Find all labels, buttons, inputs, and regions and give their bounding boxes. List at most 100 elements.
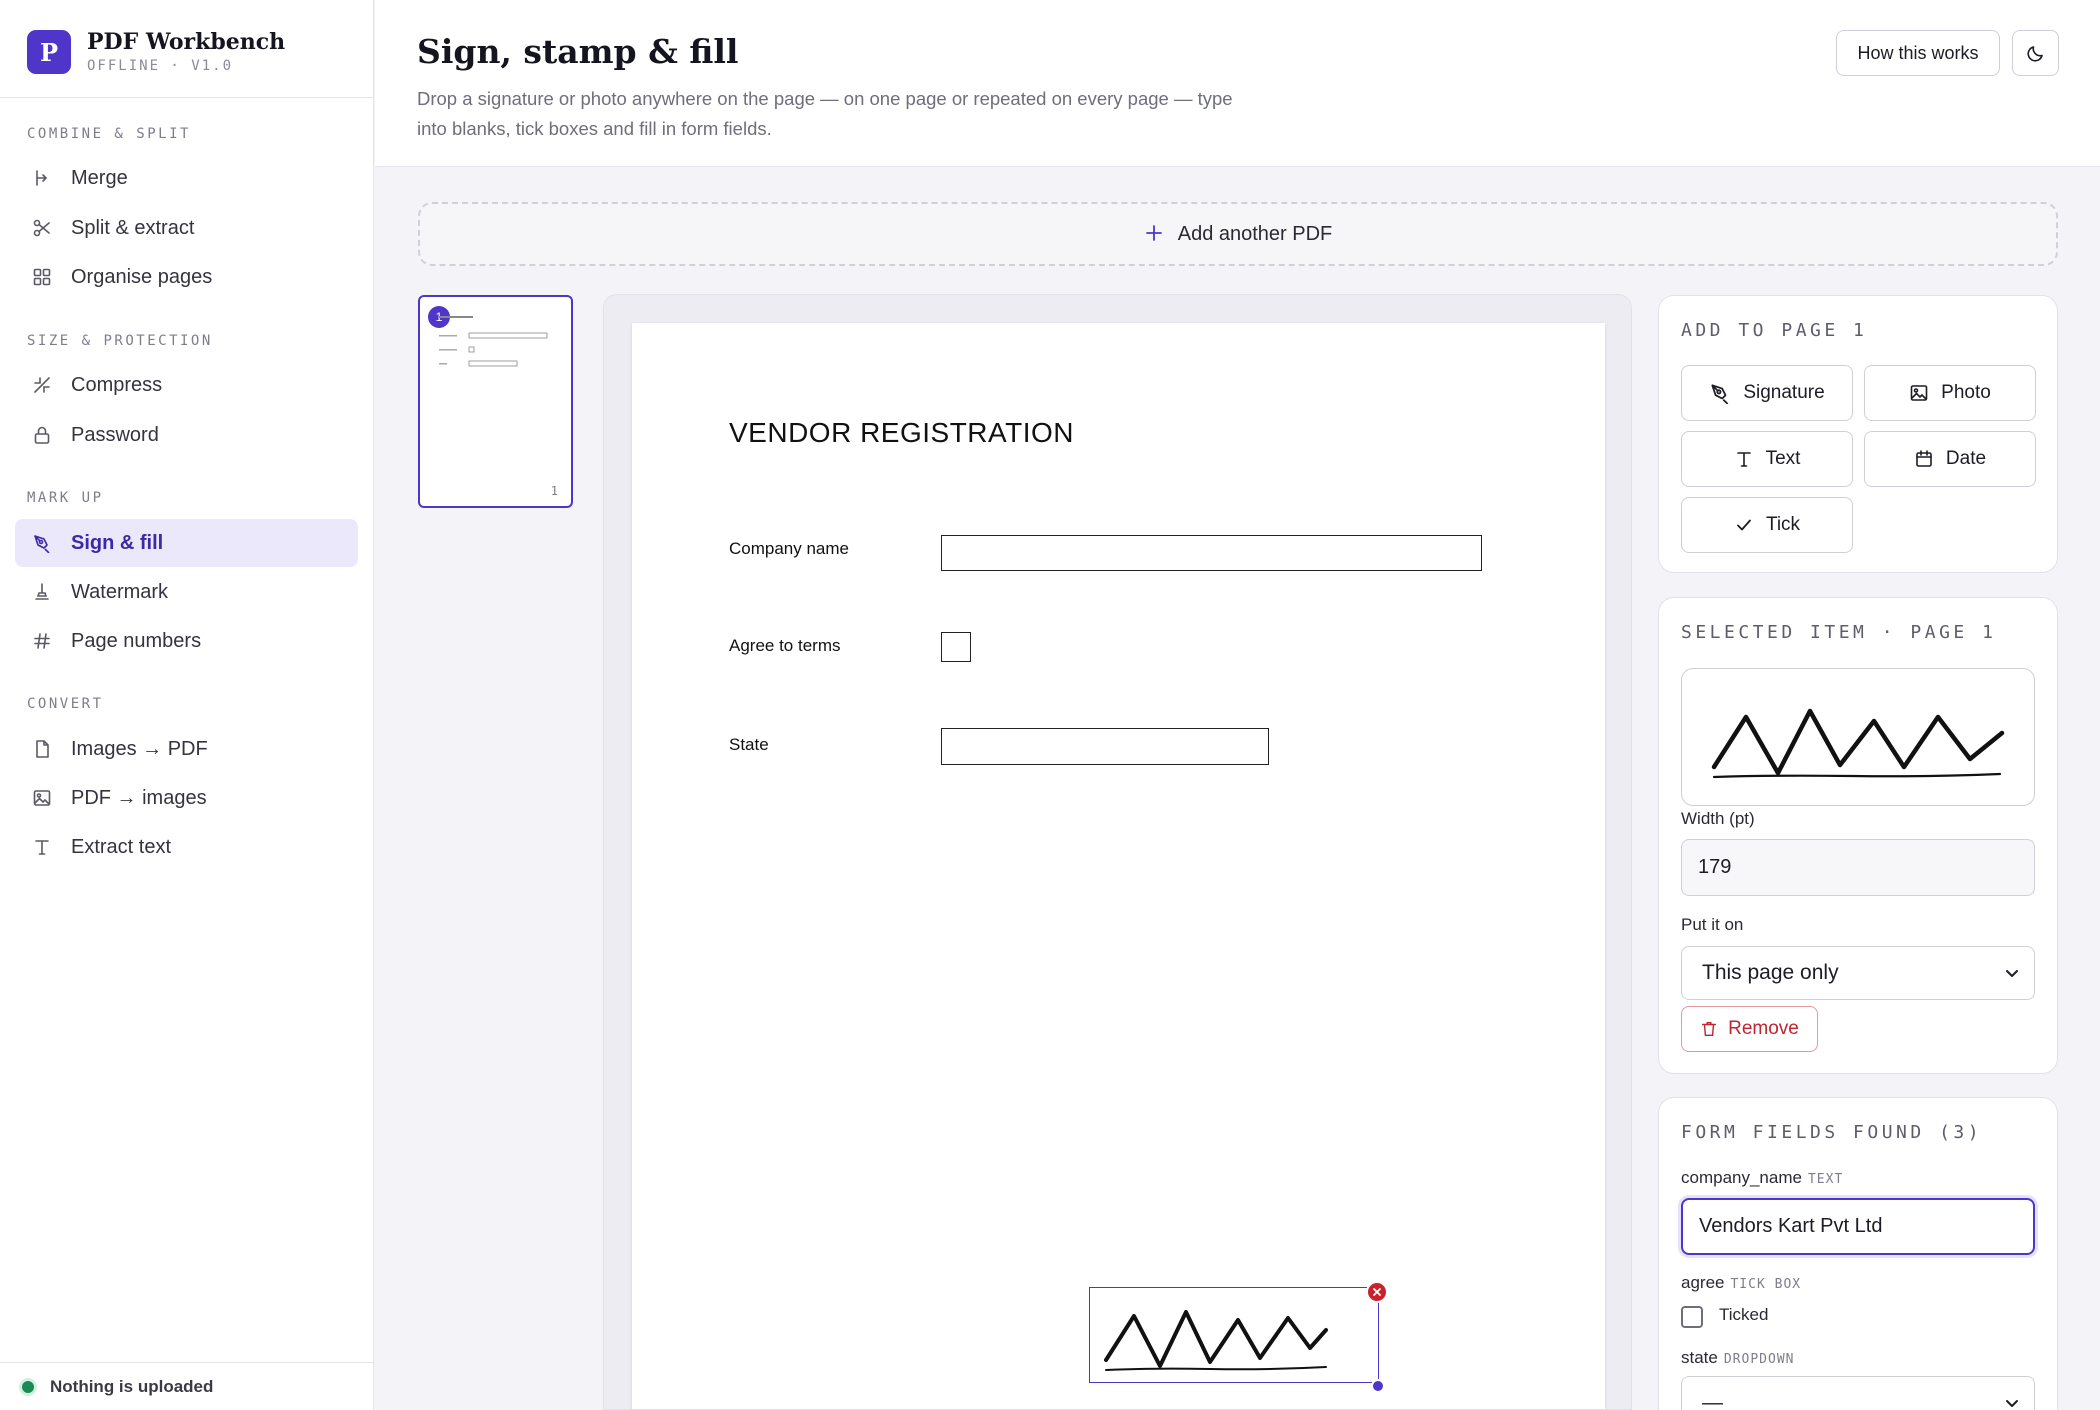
sidebar-item-watermark[interactable]: Watermark: [15, 568, 358, 616]
nav-group-combine-split: COMBINE & SPLIT: [27, 126, 191, 142]
app-name: PDF Workbench: [87, 29, 286, 55]
nav-group-size-protection: SIZE & PROTECTION: [27, 333, 213, 349]
divider: [0, 97, 374, 98]
text-icon: [1734, 449, 1754, 469]
sidebar-item-organise-pages[interactable]: Organise pages: [15, 253, 358, 301]
add-signature-button[interactable]: Signature: [1681, 365, 1853, 421]
sidebar-item-label: Extract text: [71, 835, 172, 858]
sidebar-item-merge[interactable]: Merge: [15, 154, 358, 202]
pdf-page[interactable]: VENDOR REGISTRATION Company name Agree t…: [632, 323, 1605, 1409]
add-tick-button[interactable]: Tick: [1681, 497, 1853, 553]
state-value: —: [1702, 1391, 1723, 1410]
moon-icon: [2026, 43, 2046, 63]
remove-signature-button[interactable]: [1366, 1281, 1388, 1303]
page-thumbnail[interactable]: 1 1: [418, 295, 573, 508]
thumbnail-page-number: 1: [550, 484, 558, 498]
how-this-works-button[interactable]: How this works: [1836, 30, 2000, 76]
add-date-button[interactable]: Date: [1864, 431, 2036, 487]
sidebar: P PDF Workbench OFFLINE · V1.0 COMBINE &…: [0, 0, 374, 1410]
image-icon: [31, 787, 53, 809]
sidebar-item-split-extract[interactable]: Split & extract: [15, 204, 358, 252]
tool-label: Text: [1765, 448, 1801, 469]
image-icon: [1909, 383, 1929, 403]
page-description: Drop a signature or photo anywhere on th…: [417, 88, 1233, 139]
app-logo: P: [27, 30, 71, 74]
trash-icon: [1700, 1020, 1718, 1038]
field-name: state: [1681, 1348, 1718, 1367]
chevron-down-icon: [2004, 965, 2020, 981]
page-header: Sign, stamp & fill Drop a signature or p…: [375, 0, 2100, 167]
sidebar-item-password[interactable]: Password: [15, 411, 358, 459]
agree-terms-checkbox[interactable]: [941, 632, 971, 662]
sidebar-item-pdf-to-images[interactable]: PDF → images: [15, 774, 358, 822]
tool-label: Signature: [1743, 382, 1825, 403]
add-text-button[interactable]: Text: [1681, 431, 1853, 487]
sidebar-item-label: PDF → images: [71, 786, 207, 809]
field-type: TICK BOX: [1730, 1277, 1802, 1292]
form-panel-title: FORM FIELDS FOUND (3): [1681, 1122, 1983, 1143]
form-field-label: state DROPDOWN: [1681, 1348, 1794, 1368]
field-name: company_name: [1681, 1168, 1802, 1187]
sidebar-item-label: Organise pages: [71, 265, 213, 288]
stamp-icon: [31, 581, 53, 603]
theme-toggle-button[interactable]: [2012, 30, 2059, 76]
sidebar-item-label: Merge: [71, 166, 128, 189]
field-name: agree: [1681, 1273, 1725, 1292]
company-name-field[interactable]: [941, 535, 1482, 571]
page-canvas: VENDOR REGISTRATION Company name Agree t…: [603, 294, 1632, 1410]
state-label: State: [729, 735, 769, 754]
company-name-input[interactable]: Vendors Kart Pvt Ltd: [1681, 1198, 2035, 1255]
tool-label: Tick: [1765, 514, 1801, 535]
width-input[interactable]: 179: [1681, 839, 2035, 896]
app-subtitle: OFFLINE · V1.0: [87, 58, 234, 74]
calendar-icon: [1914, 449, 1934, 469]
status-text: Nothing is uploaded: [50, 1376, 214, 1396]
file-icon: [31, 738, 53, 760]
nav-group-convert: CONVERT: [27, 696, 104, 712]
checkbox-label: Ticked: [1719, 1305, 1769, 1324]
signature-drawing: [1104, 1310, 1328, 1371]
pen-icon: [1709, 382, 1731, 404]
form-field-label: company_name TEXT: [1681, 1168, 1843, 1188]
resize-handle[interactable]: [1371, 1379, 1385, 1393]
signature-preview-drawing: [1711, 708, 2005, 779]
close-icon: [1372, 1287, 1382, 1297]
sidebar-item-label: Watermark: [71, 580, 169, 603]
state-field[interactable]: [941, 728, 1269, 765]
sidebar-item-sign-fill[interactable]: Sign & fill: [15, 519, 358, 567]
add-panel-title: ADD TO PAGE 1: [1681, 320, 1868, 341]
form-fields-panel: FORM FIELDS FOUND (3) company_name TEXT V…: [1658, 1097, 2058, 1410]
state-select[interactable]: —: [1681, 1376, 2035, 1410]
sidebar-item-label: Compress: [71, 373, 163, 396]
sidebar-item-page-numbers[interactable]: Page numbers: [15, 617, 358, 665]
selected-panel-title: SELECTED ITEM · PAGE 1: [1681, 622, 1997, 643]
placed-signature[interactable]: [1089, 1287, 1379, 1383]
page-title: Sign, stamp & fill: [417, 32, 739, 71]
sidebar-item-images-to-pdf[interactable]: Images → PDF: [15, 725, 358, 773]
field-type: TEXT: [1807, 1172, 1844, 1187]
remove-button[interactable]: Remove: [1681, 1006, 1818, 1052]
signature-preview: [1681, 668, 2035, 806]
tool-label: Photo: [1941, 382, 1991, 403]
scissors-icon: [31, 217, 53, 239]
hash-icon: [31, 630, 53, 652]
add-photo-button[interactable]: Photo: [1864, 365, 2036, 421]
placement-select[interactable]: This page only: [1681, 946, 2035, 1000]
selected-item-panel: SELECTED ITEM · PAGE 1 Width (pt) 179 Pu…: [1658, 597, 2058, 1074]
agree-terms-label: Agree to terms: [729, 636, 841, 655]
upload-status: Nothing is uploaded: [0, 1362, 374, 1410]
sidebar-item-compress[interactable]: Compress: [15, 361, 358, 409]
document-title: VENDOR REGISTRATION: [729, 417, 1075, 448]
sidebar-item-label: Page numbers: [71, 629, 202, 652]
sidebar-item-label: Sign & fill: [71, 531, 164, 554]
pen-icon: [31, 532, 53, 554]
sidebar-item-extract-text[interactable]: Extract text: [15, 823, 358, 871]
agree-checkbox[interactable]: [1681, 1306, 1703, 1328]
form-field-label: agree TICK BOX: [1681, 1273, 1801, 1293]
tool-label: Date: [1945, 448, 1987, 469]
check-icon: [1734, 515, 1754, 535]
text-icon: [31, 836, 53, 858]
placement-value: This page only: [1702, 961, 1839, 984]
add-another-pdf-button[interactable]: Add another PDF: [418, 202, 2058, 266]
status-dot: [22, 1380, 34, 1393]
